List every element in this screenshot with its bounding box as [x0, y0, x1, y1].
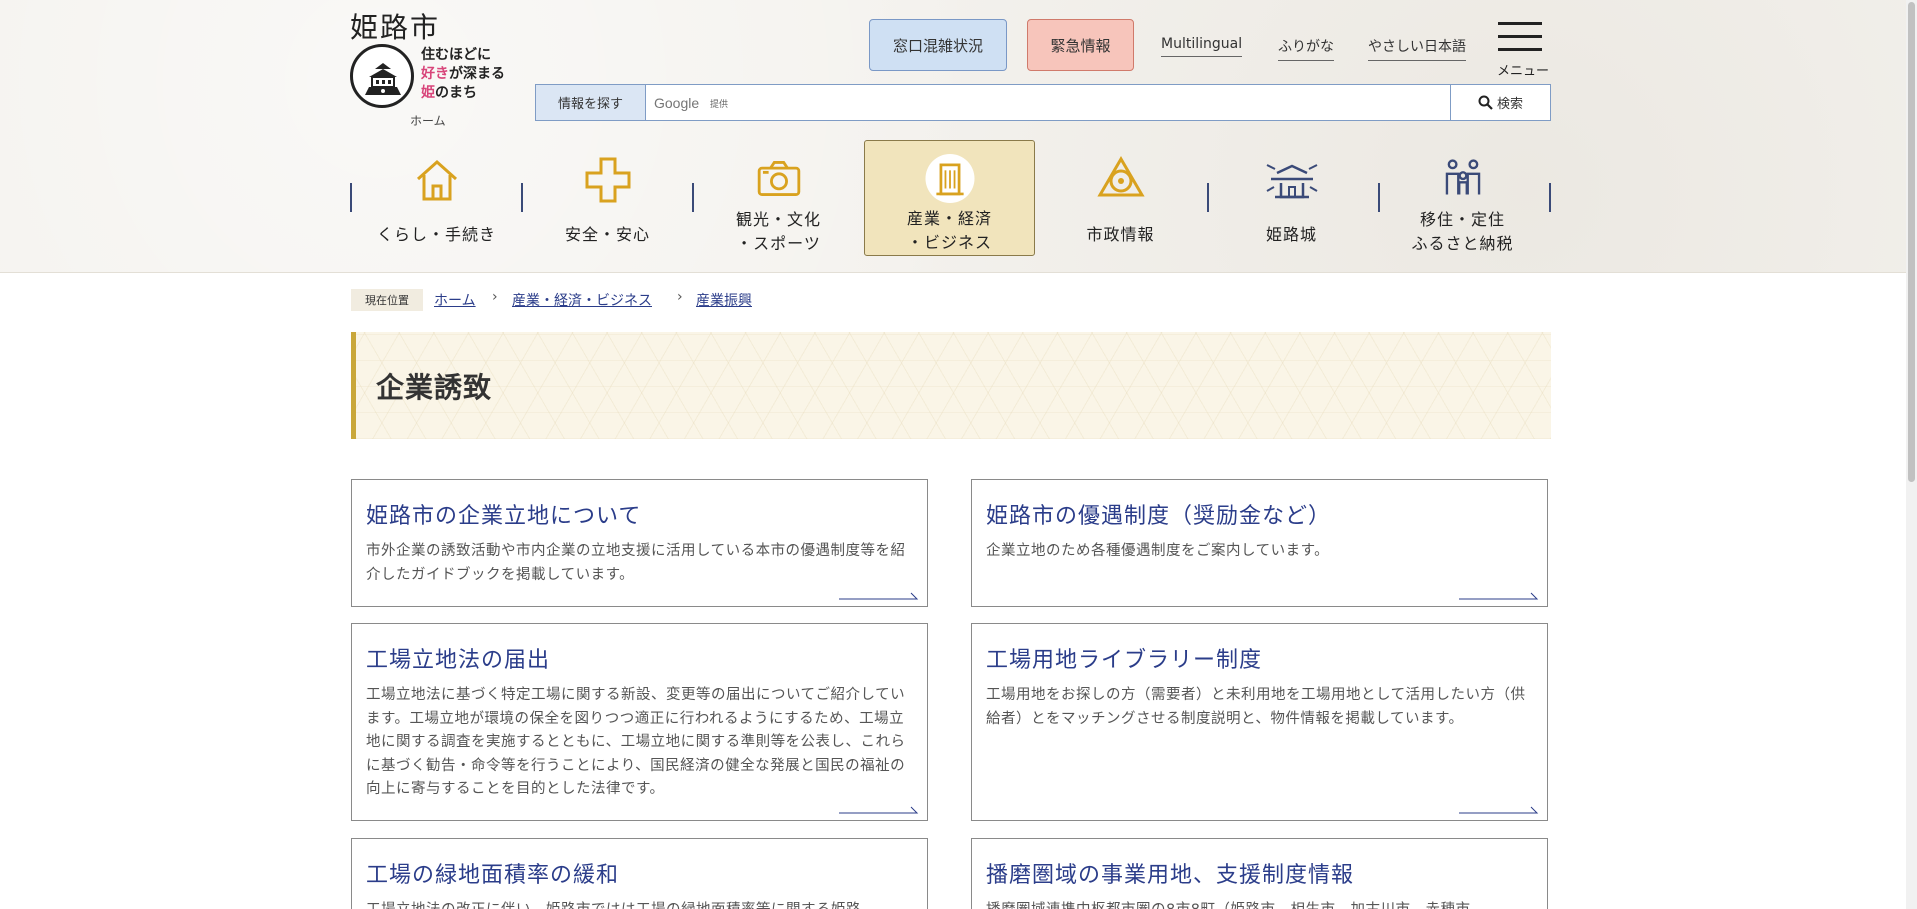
nav-label: 観光・文化・スポーツ — [736, 208, 821, 256]
card-title[interactable]: 播磨圏域の事業用地、支援制度情報 — [986, 857, 1354, 889]
nav-label: くらし・手続き — [376, 225, 496, 244]
card-description: 工場用地をお探しの方（需要者）と未利用地を工場用地として活用したい方（供給者）と… — [986, 687, 1526, 727]
card-title[interactable]: 姫路市の優遇制度（奨励金など） — [986, 498, 1331, 530]
nav-himejijo[interactable]: 姫路城 — [1206, 140, 1377, 256]
nav-kanko[interactable]: 観光・文化・スポーツ — [693, 140, 864, 256]
easy-japanese-link[interactable]: やさしい日本語 — [1368, 36, 1466, 61]
slogan-accent: 姫 — [421, 85, 435, 101]
card-title[interactable]: 姫路市の企業立地について — [366, 498, 641, 530]
window-crowd-status-button[interactable]: 窓口混雑状況 — [869, 19, 1007, 71]
nav-sangyo[interactable]: 産業・経済・ビジネス — [864, 140, 1035, 256]
card-description: 工場立地法の改正に伴い、姫路市ではは工場の緑地面積率等に関する姫路 — [366, 899, 906, 909]
city-mascot-logo-icon[interactable] — [350, 44, 414, 108]
card-ryokuchi-kanwa[interactable]: 工場の緑地面積率の緩和 工場立地法の改正に伴い、姫路市ではは工場の緑地面積率等に… — [351, 838, 928, 909]
card-description: 企業立地のため各種優遇制度をご案内しています。 — [986, 543, 1330, 559]
nav-label-line: ・ビジネス — [906, 233, 992, 252]
slogan-line2: 好きが深まる — [421, 65, 505, 84]
hamburger-bar — [1498, 48, 1542, 51]
page-title-banner: 企業誘致 — [351, 332, 1551, 439]
menu-label: メニュー — [1496, 64, 1549, 79]
site-logo-title[interactable]: 姫路市 — [350, 6, 440, 46]
page-scrollbar[interactable] — [1906, 0, 1917, 909]
card-kojo-ricchi-ho[interactable]: 工場立地法の届出 工場立地法に基づく特定工場に関する新設、変更等の届出についてご… — [351, 623, 928, 821]
nav-label-line: 移住・定住 — [1419, 210, 1505, 229]
camera-icon — [757, 161, 800, 196]
slogan-text: が深まる — [449, 66, 505, 82]
nav-separator — [1549, 183, 1551, 212]
breadcrumb-chevron-icon: › — [677, 289, 683, 305]
nav-label: 産業・経済・ビジネス — [907, 207, 992, 255]
menu-button[interactable]: メニュー — [1495, 20, 1549, 82]
card-yugu-seido[interactable]: 姫路市の優遇制度（奨励金など） 企業立地のため各種優遇制度をご案内しています。 — [971, 479, 1548, 607]
breadcrumb-home[interactable]: ホーム — [434, 290, 476, 310]
card-description: 工場立地法に基づく特定工場に関する新設、変更等の届出についてご紹介しています。工… — [366, 687, 906, 797]
slogan-line1: 住むほどに — [421, 47, 491, 63]
nav-label: 移住・定住ふるさと納税 — [1411, 208, 1513, 256]
nav-anzen[interactable]: 安全・安心 — [522, 140, 693, 256]
breadcrumb-sangyo[interactable]: 産業・経済・ビジネス — [512, 290, 652, 310]
city-emblem-icon — [1096, 156, 1145, 197]
breadcrumb-chevron-icon: › — [492, 289, 498, 305]
city-slogan: 住むほどに 好きが深まる 姫のまち — [421, 46, 505, 103]
castle-icon — [1266, 164, 1317, 199]
card-kojo-yochi-library[interactable]: 工場用地ライブラリー制度 工場用地をお探しの方（需要者）と未利用地を工場用地とし… — [971, 623, 1548, 821]
nav-kurashi[interactable]: くらし・手続き — [351, 140, 522, 256]
cross-icon — [585, 157, 630, 203]
card-title[interactable]: 工場用地ライブラリー制度 — [986, 642, 1262, 674]
house-icon — [416, 159, 457, 201]
scrollbar-thumb[interactable] — [1908, 2, 1915, 482]
nav-label: 姫路城 — [1265, 225, 1317, 244]
nav-label-line: ふるさと納税 — [1411, 234, 1514, 253]
arrow-right-icon — [1459, 592, 1539, 600]
search-button-label: 検索 — [1496, 97, 1523, 112]
breadcrumb-shinko[interactable]: 産業振興 — [696, 290, 752, 310]
card-description: 市外企業の誘致活動や市内企業の立地支援に活用している本市の優遇制度等を紹介したガ… — [366, 543, 906, 583]
card-description: 播磨圏域連携中枢都市圏の8市8町（姫路市、相生市、加古川市、赤穂市 — [986, 899, 1526, 909]
emergency-info-button[interactable]: 緊急情報 — [1027, 19, 1134, 71]
search-label: 情報を探す — [536, 85, 646, 120]
building-icon — [925, 154, 974, 203]
slogan-line3: 姫のまち — [421, 84, 505, 103]
search-provided-label: 提供 — [710, 100, 729, 110]
search-icon — [1478, 95, 1493, 110]
furigana-link[interactable]: ふりがな — [1278, 36, 1334, 61]
page-title: 企業誘致 — [376, 371, 493, 404]
nav-label-line: 産業・経済 — [906, 209, 992, 228]
nav-label-line: ・スポーツ — [736, 234, 821, 253]
arrow-right-icon — [839, 806, 919, 814]
nav-shisei[interactable]: 市政情報 — [1035, 140, 1206, 256]
nav-label: 安全・安心 — [564, 225, 650, 244]
search-button[interactable]: 検索 — [1450, 85, 1550, 120]
nav-label: 市政情報 — [1086, 225, 1155, 244]
card-harima-jigyo-yochi[interactable]: 播磨圏域の事業用地、支援制度情報 播磨圏域連携中枢都市圏の8市8町（姫路市、相生… — [971, 838, 1548, 909]
slogan-text: のまち — [435, 85, 477, 101]
breadcrumb-current-label: 現在位置 — [351, 289, 423, 311]
hamburger-icon — [1498, 22, 1542, 25]
multilingual-link[interactable]: Multilingual — [1161, 36, 1243, 57]
slogan-accent: 好き — [421, 66, 449, 82]
site-header: 姫路市 住むほどに 好きが深まる 姫のまち ホーム 窓口混雑状況 緊急情報 Mu… — [0, 0, 1906, 273]
nav-label-line: 観光・文化 — [735, 210, 821, 229]
nav-iju[interactable]: 移住・定住ふるさと納税 — [1377, 140, 1548, 256]
arrow-right-icon — [1459, 806, 1539, 814]
family-icon — [1445, 159, 1480, 195]
card-title[interactable]: 工場の緑地面積率の緩和 — [366, 857, 619, 889]
hamburger-bar — [1498, 35, 1542, 38]
search-input[interactable] — [654, 92, 1254, 114]
site-search: 情報を探す 提供 検索 — [535, 84, 1551, 121]
home-link[interactable]: ホーム — [410, 112, 446, 129]
card-kigyo-ricchi[interactable]: 姫路市の企業立地について 市外企業の誘致活動や市内企業の立地支援に活用している本… — [351, 479, 928, 607]
arrow-right-icon — [839, 592, 919, 600]
card-title[interactable]: 工場立地法の届出 — [366, 642, 550, 674]
